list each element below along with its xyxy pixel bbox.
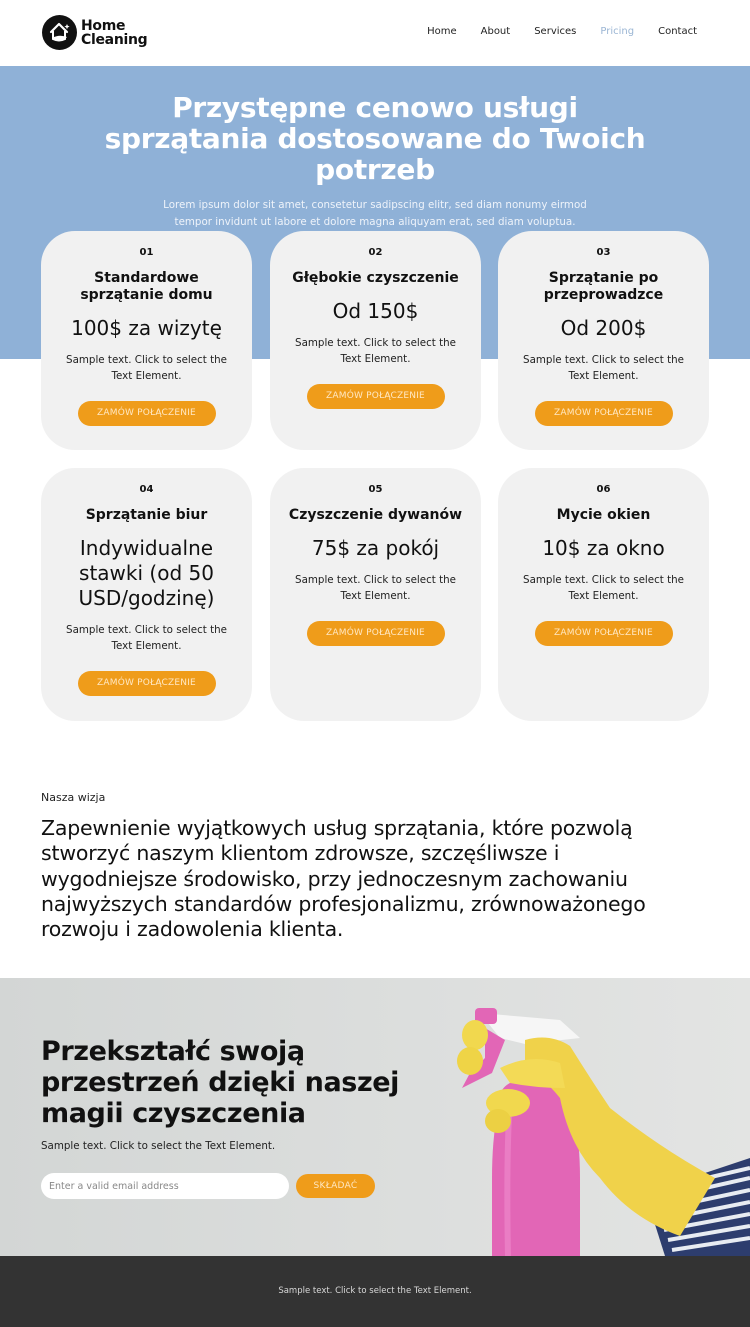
pricing-card: 02 Głębokie czyszczenie Od 150$ Sample t… xyxy=(270,231,481,450)
brand-name-line1: Home xyxy=(81,17,126,34)
card-title: Standardowe sprzątanie domu xyxy=(80,270,213,303)
card-number: 04 xyxy=(139,484,154,495)
order-button[interactable]: ZAMÓW POŁĄCZENIE xyxy=(306,621,445,646)
card-text: Sample text. Click to select the Text El… xyxy=(66,624,227,652)
nav-pricing[interactable]: Pricing xyxy=(600,26,634,37)
hero-title: Przystępne cenowo usługi sprzątania dost… xyxy=(104,91,646,186)
card-number: 01 xyxy=(139,247,154,258)
card-title: Sprzątanie po przeprowadzce xyxy=(543,270,664,303)
card-title: Sprzątanie biur xyxy=(85,507,208,523)
card-price: Od 200$ xyxy=(560,316,647,340)
site-footer: Sample text. Click to select the Text El… xyxy=(0,1256,750,1327)
card-price: Indywidualne stawki (od 50 USD/godzinę) xyxy=(78,536,215,610)
card-number: 03 xyxy=(596,247,611,258)
footer-text: Sample text. Click to select the Text El… xyxy=(278,1286,472,1296)
card-title: Mycie okien xyxy=(556,507,651,523)
email-input[interactable] xyxy=(41,1173,289,1199)
order-button[interactable]: ZAMÓW POŁĄCZENIE xyxy=(534,621,673,646)
card-number: 02 xyxy=(368,247,383,258)
order-button[interactable]: ZAMÓW POŁĄCZENIE xyxy=(77,671,216,696)
card-text: Sample text. Click to select the Text El… xyxy=(66,354,227,382)
house-with-sparkle-icon xyxy=(42,15,77,50)
card-text: Sample text. Click to select the Text El… xyxy=(295,574,456,602)
hero-subtitle: Lorem ipsum dolor sit amet, consetetur s… xyxy=(163,199,587,228)
card-number: 06 xyxy=(596,484,611,495)
card-text: Sample text. Click to select the Text El… xyxy=(523,354,684,382)
card-title: Głębokie czyszczenie xyxy=(292,270,459,286)
logo[interactable]: Home Cleaning xyxy=(42,15,148,50)
pricing-card: 04 Sprzątanie biur Indywidualne stawki (… xyxy=(41,468,252,721)
pricing-card: 06 Mycie okien 10$ za okno Sample text. … xyxy=(498,468,709,721)
order-button[interactable]: ZAMÓW POŁĄCZENIE xyxy=(534,401,673,426)
nav-services[interactable]: Services xyxy=(534,26,576,37)
main-nav: Home About Services Pricing Contact xyxy=(403,26,697,37)
card-text: Sample text. Click to select the Text El… xyxy=(523,574,684,602)
order-button[interactable]: ZAMÓW POŁĄCZENIE xyxy=(77,401,216,426)
cta-text: Sample text. Click to select the Text El… xyxy=(41,1140,276,1152)
card-text: Sample text. Click to select the Text El… xyxy=(295,337,456,365)
spray-bottle-photo xyxy=(457,1008,750,1256)
vision-statement: Zapewnienie wyjątkowych usług sprzątania… xyxy=(41,816,646,942)
card-number: 05 xyxy=(368,484,383,495)
site-header: Home Cleaning Home About Services Pricin… xyxy=(0,0,750,66)
card-price: Od 150$ xyxy=(332,299,419,323)
card-price: 75$ za pokój xyxy=(311,536,440,560)
nav-home[interactable]: Home xyxy=(427,26,457,37)
card-title: Czyszczenie dywanów xyxy=(288,507,463,523)
brand-name: Home Cleaning xyxy=(81,17,148,48)
submit-button[interactable]: SKŁADAĆ xyxy=(296,1174,375,1198)
cta-title: Przekształć swoją przestrzeń dzięki nasz… xyxy=(41,1036,400,1129)
brand-name-line2: Cleaning xyxy=(81,31,148,48)
cta-section: Przekształć swoją przestrzeń dzięki nasz… xyxy=(0,978,750,1256)
pricing-card: 01 Standardowe sprzątanie domu 100$ za w… xyxy=(41,231,252,450)
vision-label: Nasza wizja xyxy=(41,791,106,804)
pricing-card: 03 Sprzątanie po przeprowadzce Od 200$ S… xyxy=(498,231,709,450)
nav-contact[interactable]: Contact xyxy=(658,26,697,37)
card-price: 10$ za okno xyxy=(542,536,665,560)
card-price: 100$ za wizytę xyxy=(71,316,222,340)
order-button[interactable]: ZAMÓW POŁĄCZENIE xyxy=(306,384,445,409)
nav-about[interactable]: About xyxy=(481,26,511,37)
pricing-card: 05 Czyszczenie dywanów 75$ za pokój Samp… xyxy=(270,468,481,721)
